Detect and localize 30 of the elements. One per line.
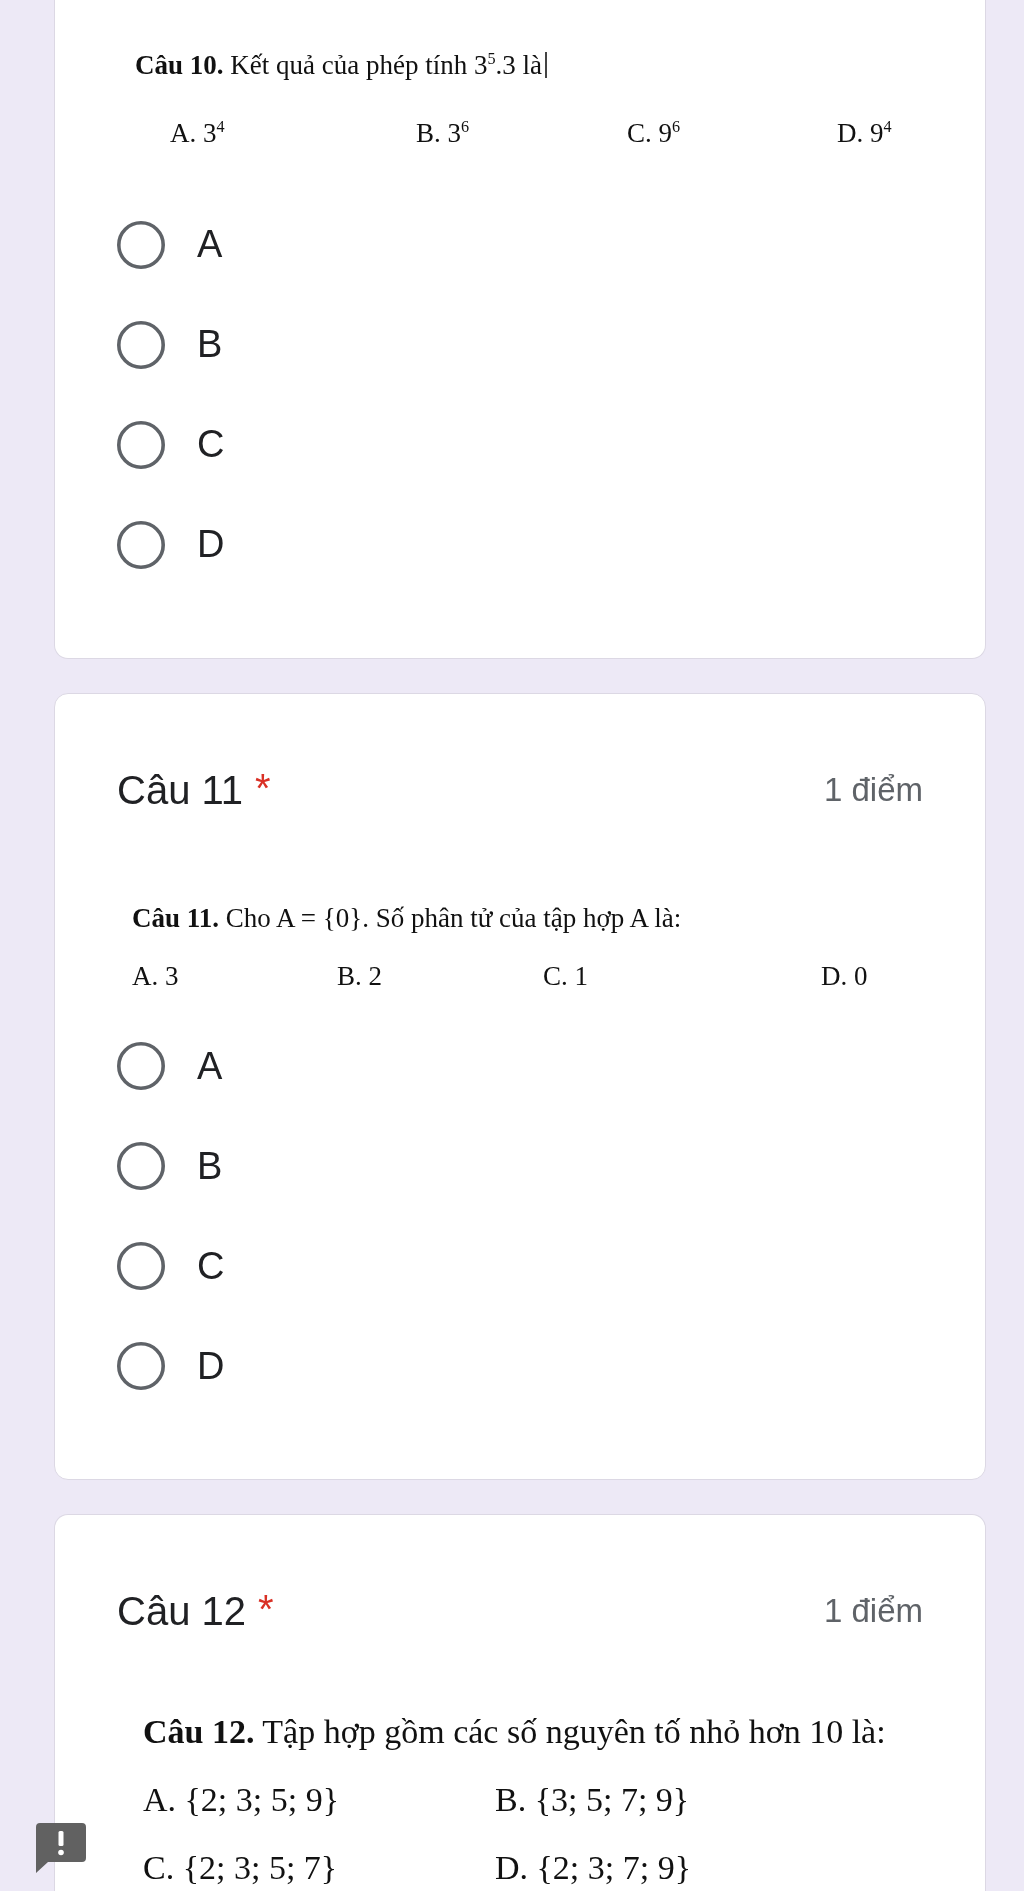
answer-choice: B. 2 bbox=[337, 959, 382, 993]
points-label: 1 điểm bbox=[823, 770, 923, 809]
radio-option[interactable]: B bbox=[117, 320, 223, 369]
radio-option[interactable]: B bbox=[117, 1142, 223, 1190]
answer-choice: A. 3 bbox=[132, 959, 179, 993]
answer-choice: B. 3$^{6}$ bbox=[416, 117, 470, 150]
answer-choice: D. 9$^{4}$ bbox=[837, 117, 892, 150]
radio-option[interactable]: D bbox=[117, 1342, 225, 1390]
points-label: 1 điểm bbox=[823, 1592, 923, 1630]
radio-option[interactable]: C bbox=[117, 420, 225, 469]
question-title: Câu 12 bbox=[117, 1588, 246, 1635]
required-asterisk: * bbox=[255, 765, 271, 810]
answer-choice: A. {2; 3; 5; 9} bbox=[143, 1779, 340, 1820]
question-text: Câu 11. Cho A = {0}. Số phân tử của tập hợp A là: bbox=[132, 901, 682, 935]
radio-option[interactable]: A bbox=[117, 1042, 223, 1090]
question-text: Câu 10. Kết quả của phép tính 3$^{5}$.3 là bbox=[135, 49, 543, 82]
answer-choice: C. {2; 3; 5; 7} bbox=[143, 1847, 338, 1888]
question-title: Câu 11 bbox=[117, 766, 243, 814]
question-text: Câu 12. Tập hợp gồm các số nguyên tố nhỏ hơn 10 là: bbox=[143, 1712, 886, 1752]
answer-choice: B. {3; 5; 7; 9} bbox=[495, 1779, 690, 1820]
required-asterisk: * bbox=[258, 1587, 274, 1631]
radio-option[interactable]: D bbox=[117, 520, 225, 569]
radio-option[interactable]: A bbox=[117, 220, 223, 269]
answer-choice: A. 3$^{4}$ bbox=[170, 117, 225, 150]
answer-choice: C. 1 bbox=[543, 959, 588, 993]
answer-choice: D. 0 bbox=[821, 959, 868, 993]
alert-bubble-icon[interactable] bbox=[36, 1823, 86, 1873]
radio-option[interactable]: C bbox=[117, 1242, 225, 1290]
answer-choice: C. 9$^{6}$ bbox=[627, 117, 681, 150]
answer-choice: D. {2; 3; 7; 9} bbox=[495, 1847, 692, 1888]
